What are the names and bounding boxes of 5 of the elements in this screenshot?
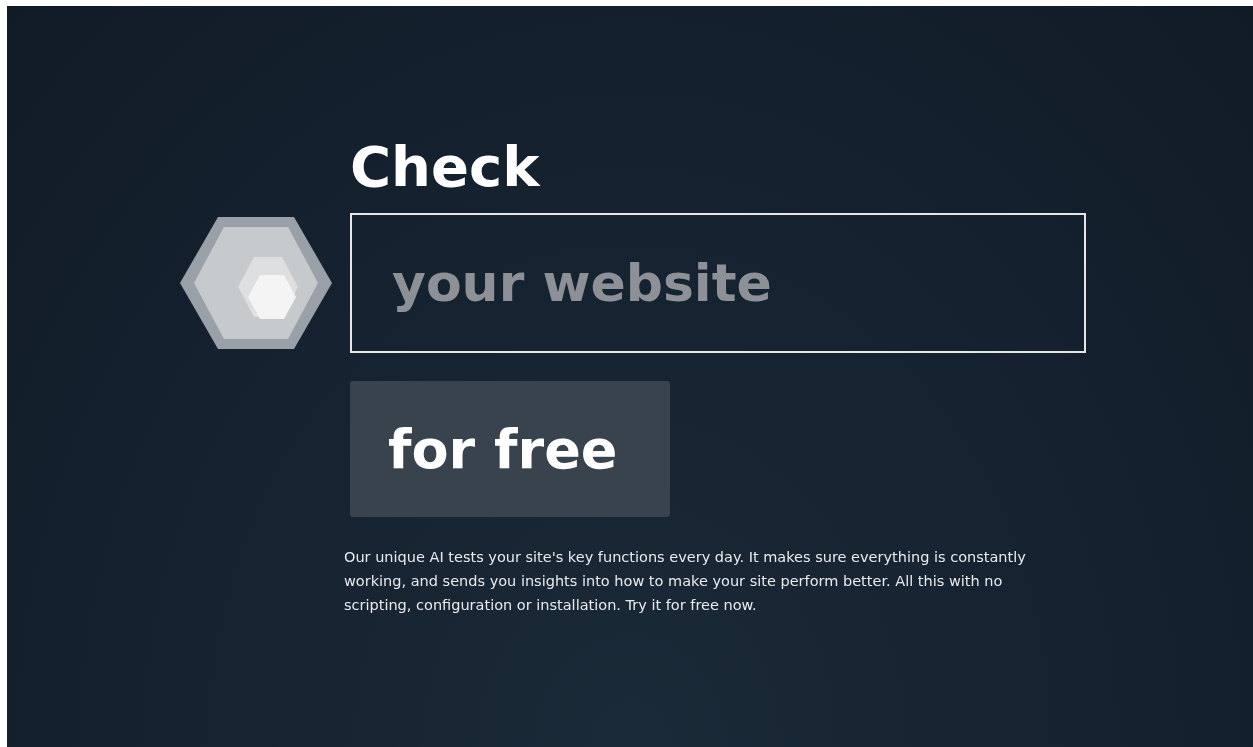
headline: Check [350,134,540,200]
hexagon-logo-icon [180,217,332,349]
for-free-button[interactable]: for free [350,381,670,517]
description-text: Our unique AI tests your site's key functions every day. It makes sure everything is constantly working, and sends you insights into how to make your site perform better. All this with no scripting, configuration or installation. Try it for free now. [344,548,1027,615]
website-input-field[interactable]: your website [350,213,1086,353]
